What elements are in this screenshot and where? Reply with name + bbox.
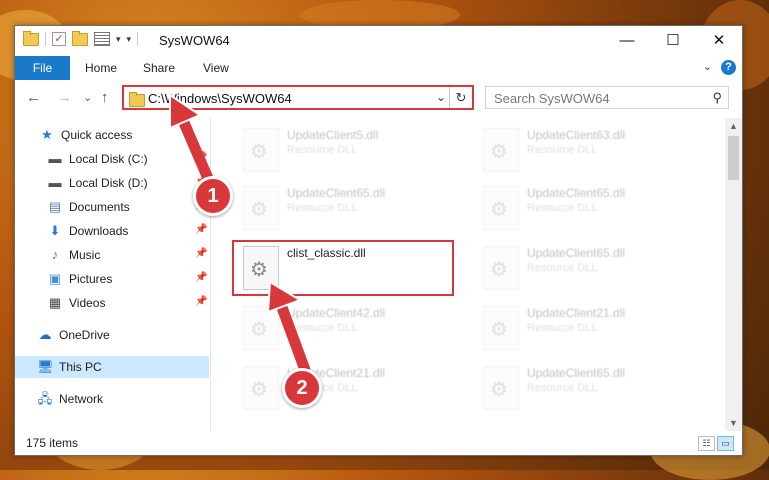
arrow-2-shaft — [274, 296, 311, 376]
step-badge-1: 1 — [193, 176, 233, 216]
annotation-arrows — [169, 93, 311, 376]
step-badge-2: 2 — [282, 368, 322, 408]
